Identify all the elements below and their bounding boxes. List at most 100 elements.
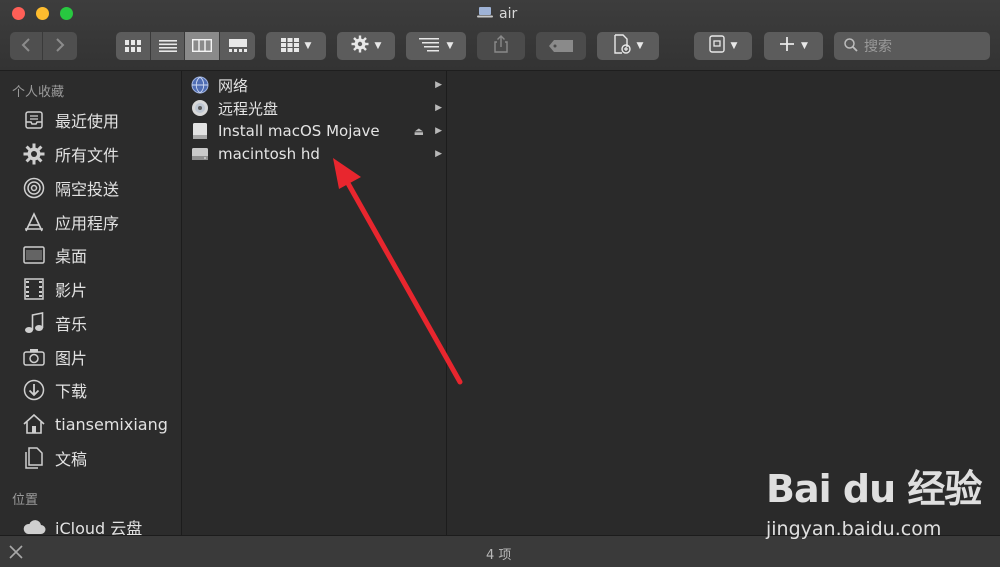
column-item-macintosh-hd[interactable]: macintosh hd ▶ <box>182 143 446 165</box>
action-button[interactable]: ▼ <box>337 32 395 60</box>
window-title: air <box>477 5 517 23</box>
window-toolbar: air ▼ ▼ ▼ ▼ ▼ ▼ 搜索 <box>0 0 1000 71</box>
icon-view-button[interactable] <box>116 32 151 60</box>
eject-icon[interactable]: ⏏ <box>414 125 424 138</box>
chevron-left-icon <box>21 37 31 56</box>
sidebar-item-recents[interactable]: 最近使用 <box>22 107 119 133</box>
disclosure-arrow-icon: ▶ <box>435 126 442 136</box>
downloads-icon <box>22 378 46 402</box>
icon-view-icon <box>125 37 141 56</box>
network-icon <box>191 76 209 94</box>
documents-icon <box>22 446 46 470</box>
sidebar-item-downloads[interactable]: 下载 <box>22 377 87 403</box>
tag-button[interactable] <box>536 32 586 60</box>
hard-drive-icon <box>191 145 209 163</box>
sidebar-item-pictures[interactable]: 图片 <box>22 344 87 370</box>
share-icon <box>493 35 509 57</box>
desktop-icon <box>22 243 46 267</box>
item-count: 4 项 <box>486 548 512 563</box>
share-button[interactable] <box>477 32 525 60</box>
add-button[interactable]: ▼ <box>764 32 823 60</box>
tools-icon[interactable] <box>8 544 24 564</box>
column-item-label: 远程光盘 <box>218 99 279 118</box>
baidu-watermark: Bai du 经验 jingyan.baidu.com <box>766 458 996 548</box>
back-button[interactable] <box>10 32 43 60</box>
watermark-url: jingyan.baidu.com <box>766 518 942 540</box>
movies-icon <box>22 277 46 301</box>
disk-icon <box>191 122 209 140</box>
column-view-button[interactable] <box>185 32 220 60</box>
column-item-install-macos[interactable]: Install macOS Mojave ⏏ ▶ <box>182 120 446 142</box>
sidebar-item-label: 影片 <box>55 281 88 300</box>
minimize-window-button[interactable] <box>36 7 49 20</box>
list-view-button[interactable] <box>151 32 185 60</box>
maximize-window-button[interactable] <box>60 7 73 20</box>
all-files-icon <box>22 142 46 166</box>
sidebar: 个人收藏 最近使用 所有文件 隔空投送 应用程序 桌面 影片 音乐 图片 下载 … <box>0 71 182 535</box>
plus-icon <box>779 36 795 56</box>
sidebar-item-documents[interactable]: 文稿 <box>22 445 87 471</box>
group-button[interactable]: ▼ <box>266 32 326 60</box>
sidebar-item-movies[interactable]: 影片 <box>22 276 87 302</box>
new-document-icon <box>613 34 631 58</box>
sidebar-item-icloud[interactable]: iCloud 云盘 <box>22 514 142 535</box>
column-item-label: Install macOS Mojave <box>218 122 380 140</box>
locations-header: 位置 <box>12 493 39 508</box>
sidebar-item-label: 隔空投送 <box>55 180 120 199</box>
sidebar-item-label: tiansemixiang <box>55 414 168 434</box>
arrange-icon <box>418 37 441 56</box>
disclosure-arrow-icon: ▶ <box>435 103 442 113</box>
forward-button[interactable] <box>43 32 77 60</box>
icloud-icon <box>22 515 46 535</box>
column-item-network[interactable]: 网络 ▶ <box>182 74 446 96</box>
chevron-down-icon: ▼ <box>304 41 312 51</box>
chevron-down-icon: ▼ <box>446 41 454 51</box>
sidebar-item-label: 最近使用 <box>55 112 120 131</box>
sidebar-item-label: iCloud 云盘 <box>55 519 143 535</box>
tag-icon <box>549 37 573 56</box>
sidebar-item-label: 桌面 <box>55 247 88 266</box>
column-view-icon <box>191 37 213 56</box>
sidebar-item-all-files[interactable]: 所有文件 <box>22 141 119 167</box>
search-placeholder: 搜索 <box>864 39 892 55</box>
archive-icon <box>708 35 725 57</box>
arrange-button[interactable]: ▼ <box>406 32 466 60</box>
sidebar-item-label: 所有文件 <box>55 146 120 165</box>
airdrop-icon <box>22 176 46 200</box>
remote-disc-icon <box>191 99 209 117</box>
sidebar-item-label: 应用程序 <box>55 214 120 233</box>
chevron-right-icon <box>55 37 65 56</box>
sidebar-item-music[interactable]: 音乐 <box>22 310 87 336</box>
sidebar-item-label: 文稿 <box>55 450 88 469</box>
sidebar-item-airdrop[interactable]: 隔空投送 <box>22 175 119 201</box>
music-icon <box>22 311 46 335</box>
view-mode-control <box>116 32 255 60</box>
baidu-logo: Bai du 经验 <box>766 467 982 511</box>
chevron-down-icon: ▼ <box>374 41 382 51</box>
search-field[interactable]: 搜索 <box>834 32 990 60</box>
list-view-icon <box>158 37 177 56</box>
applications-icon <box>22 210 46 234</box>
column-item-label: macintosh hd <box>218 145 320 163</box>
pictures-icon <box>22 345 46 369</box>
chevron-down-icon: ▼ <box>730 41 738 51</box>
navigation-buttons <box>10 32 77 60</box>
favorites-header: 个人收藏 <box>12 85 65 100</box>
column-item-label: 网络 <box>218 76 249 95</box>
sidebar-item-label: 图片 <box>55 349 88 368</box>
close-window-button[interactable] <box>12 7 25 20</box>
new-document-button[interactable]: ▼ <box>597 32 659 60</box>
column-item-remote-disc[interactable]: 远程光盘 ▶ <box>182 97 446 119</box>
disclosure-arrow-icon: ▶ <box>435 149 442 159</box>
laptop-icon <box>477 6 493 22</box>
home-icon <box>22 412 46 436</box>
recents-icon <box>22 108 46 132</box>
sidebar-item-applications[interactable]: 应用程序 <box>22 209 119 235</box>
disclosure-arrow-icon: ▶ <box>435 80 442 90</box>
sidebar-item-home[interactable]: tiansemixiang <box>22 411 168 437</box>
gallery-view-button[interactable] <box>220 32 255 60</box>
column-browser: 网络 ▶ 远程光盘 ▶ Install macOS Mojave ⏏ ▶ mac… <box>182 71 447 535</box>
group-grid-icon <box>280 37 299 56</box>
sidebar-item-desktop[interactable]: 桌面 <box>22 242 87 268</box>
archive-button[interactable]: ▼ <box>694 32 752 60</box>
